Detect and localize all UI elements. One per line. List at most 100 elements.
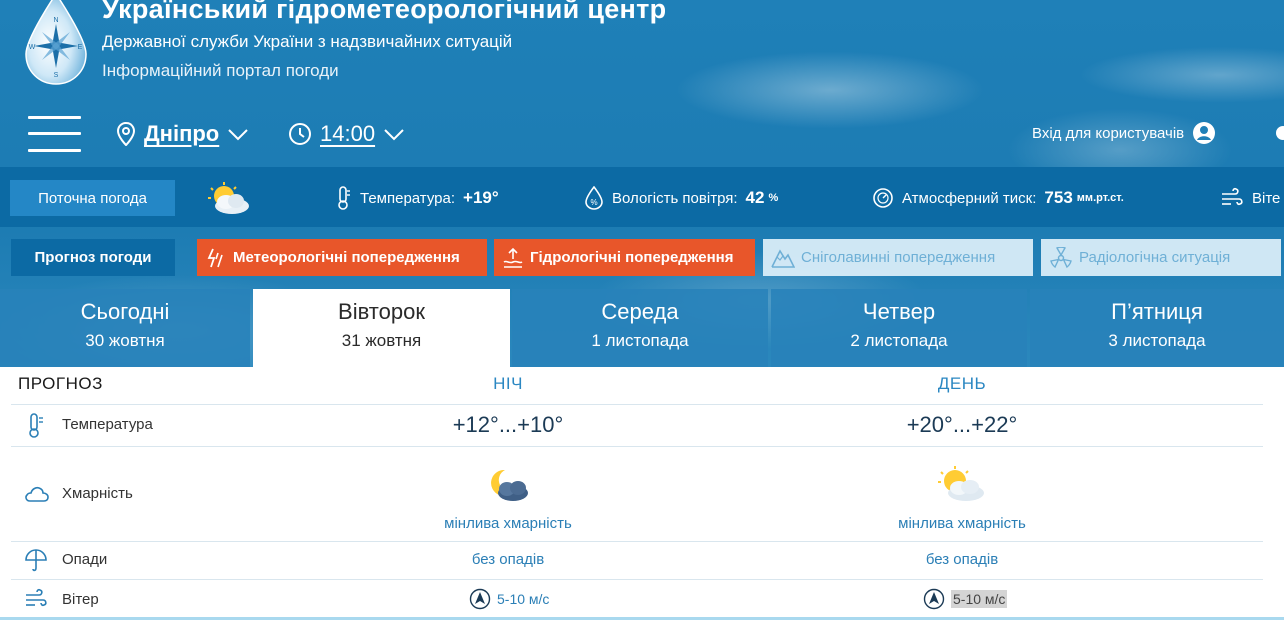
temperature-value: +19° [463, 188, 499, 207]
clock-icon [289, 123, 311, 145]
svg-text:S: S [54, 72, 59, 79]
divider [11, 446, 1263, 447]
location-pin-icon [116, 122, 136, 146]
day-temperature: +20°...+22° [906, 412, 1018, 437]
row-label-temperature: Температура [62, 416, 153, 433]
night-temperature: +12°...+10° [452, 412, 564, 437]
day-precipitation: без опадів [925, 551, 999, 568]
day-column-header: ДЕНЬ [937, 374, 987, 393]
partly-cloudy-icon [208, 182, 249, 214]
humidity-value: 42 [745, 188, 765, 207]
flood-warning-icon [503, 247, 523, 268]
storm-warning-icon [207, 248, 223, 267]
radiation-icon [1050, 246, 1072, 268]
hydro-warnings-label: Гідрологічні попередження [530, 249, 734, 266]
login-link[interactable]: Вхід для користувачів [1032, 121, 1216, 145]
pressure-gauge-icon [873, 188, 893, 208]
wind-icon [26, 588, 47, 607]
row-label-cloudiness: Хмарність [62, 485, 133, 502]
chevron-down-icon [384, 129, 404, 141]
divider [11, 541, 1263, 542]
row-label-wind: Вітер [62, 591, 99, 608]
menu-line [28, 149, 81, 152]
humidity-unit: % [768, 192, 779, 204]
tab-day-date: 2 листопада [850, 331, 948, 350]
svg-text:W: W [29, 44, 36, 51]
portal-caption: Інформаційний портал погоди [102, 61, 339, 80]
time-selector[interactable]: 14:00 [288, 118, 405, 150]
city-name: Дніпро [144, 121, 220, 146]
meteo-warnings-label: Метеорологічні попередження [233, 249, 460, 266]
night-precipitation: без опадів [471, 551, 545, 568]
day-wind: 5-10 м/с [923, 588, 1008, 610]
tab-day-date: 1 листопада [591, 331, 689, 350]
pressure-unit: мм.рт.ст. [1076, 192, 1124, 204]
day-cloudiness: мінлива хмарність [898, 515, 1026, 532]
day-partly-cloudy-icon [938, 466, 984, 501]
toggle-indicator[interactable] [1276, 126, 1284, 140]
tab-day-3[interactable]: Четвер 2 листопада [771, 289, 1027, 367]
avalanche-warnings-label: Сніголавинні попередження [801, 249, 996, 266]
divider [11, 579, 1263, 580]
forecast-button[interactable]: Прогноз погоди [11, 239, 175, 276]
night-cloudiness: мінлива хмарність [444, 515, 572, 532]
humidity-label: Вологість повітря: [612, 189, 738, 207]
tab-day-4[interactable]: П’ятниця 3 листопада [1030, 289, 1284, 367]
tab-day-name: Сьогодні [80, 299, 170, 324]
tab-day-name: Середа [601, 299, 679, 324]
night-wind-speed: 5-10 м/с [497, 591, 550, 607]
umbrella-icon [25, 549, 47, 572]
selected-time: 14:00 [320, 121, 376, 146]
cloud-icon [25, 486, 49, 502]
night-wind: 5-10 м/с [469, 588, 549, 610]
thermometer-icon [338, 186, 350, 210]
forecast-heading: ПРОГНОЗ [18, 374, 103, 393]
night-column-header: НІЧ [493, 374, 523, 393]
logo-drop-compass-icon[interactable]: N S W E [24, 0, 88, 86]
radiation-situation-label: Радіологічна ситуація [1079, 249, 1231, 266]
wind-direction-arrow-icon [469, 588, 491, 610]
wind-label: Віте [1252, 189, 1281, 207]
humidity-drop-icon: % [585, 186, 603, 210]
svg-text:%: % [590, 198, 597, 207]
city-selector[interactable]: Дніпро [116, 118, 249, 150]
chevron-down-icon [228, 129, 248, 141]
tab-day-2[interactable]: Середа 1 листопада [512, 289, 768, 367]
svg-text:E: E [78, 44, 83, 51]
pressure-value: 753 [1044, 188, 1073, 207]
tab-day-0[interactable]: Сьогодні 30 жовтня [0, 289, 250, 367]
meteo-warnings-button[interactable]: Метеорологічні попередження [197, 239, 487, 276]
thermometer-icon [29, 413, 43, 438]
radiation-situation-button[interactable]: Радіологічна ситуація [1041, 239, 1281, 276]
tab-day-name: Четвер [862, 299, 936, 324]
hydro-warnings-button[interactable]: Гідрологічні попередження [494, 239, 755, 276]
site-subtitle: Державної служби України з надзвичайних … [102, 32, 513, 51]
wind-direction-arrow-icon [923, 588, 945, 610]
current-pressure: Атмосферний тиск: 753 мм.рт.ст. [872, 185, 1124, 211]
day-wind-speed[interactable]: 5-10 м/с [951, 590, 1008, 608]
current-weather-button[interactable]: Поточна погода [10, 180, 175, 216]
tab-day-date: 31 жовтня [341, 331, 422, 350]
row-label-precipitation: Опади [62, 551, 108, 568]
tab-day-date: 3 листопада [1108, 331, 1206, 350]
tab-day-name: П’ятниця [1111, 299, 1203, 324]
current-temperature: Температура: +19° [334, 185, 499, 211]
user-icon [1193, 122, 1216, 144]
temperature-label: Температура: [360, 189, 456, 207]
tab-day-name: Вівторок [338, 299, 425, 324]
mountain-icon [771, 248, 795, 268]
night-partly-cloudy-icon [491, 469, 528, 501]
site-title[interactable]: Український гідрометеорологічний центр [102, 0, 666, 25]
menu-line [28, 116, 81, 119]
menu-line [28, 132, 81, 135]
pressure-label: Атмосферний тиск: [902, 189, 1037, 207]
divider [11, 404, 1263, 405]
svg-text:N: N [53, 17, 58, 24]
menu-button[interactable] [28, 114, 81, 154]
tab-day-date: 30 жовтня [85, 331, 165, 350]
current-wind: Віте [1220, 185, 1280, 211]
avalanche-warnings-button[interactable]: Сніголавинні попередження [763, 239, 1033, 276]
wind-icon [1222, 187, 1243, 206]
current-humidity: % Вологість повітря: 42 % [584, 185, 778, 211]
tab-day-1[interactable]: Вівторок 31 жовтня [253, 289, 510, 367]
